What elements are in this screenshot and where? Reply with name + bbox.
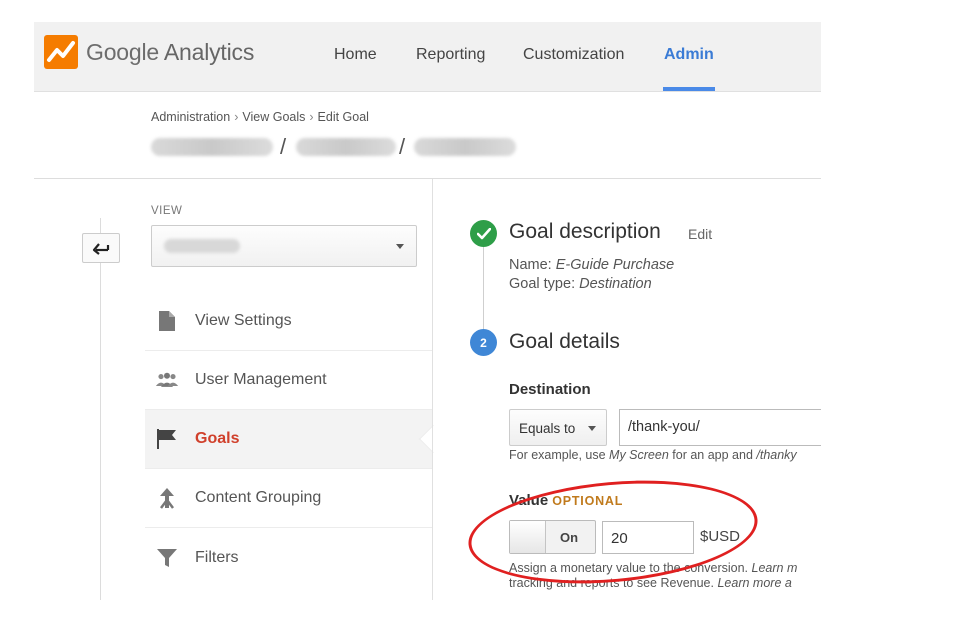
analytics-logo-icon <box>44 35 78 69</box>
menu-item-goals[interactable]: Goals <box>145 410 448 469</box>
menu-item-view-settings[interactable]: View Settings <box>145 292 432 351</box>
menu-item-user-management[interactable]: User Management <box>145 351 432 410</box>
header-divider <box>34 178 821 179</box>
logo-word-google: Google <box>86 38 159 65</box>
step-complete-icon <box>470 220 497 247</box>
step-connector <box>483 246 484 332</box>
flag-icon <box>155 427 179 451</box>
help-text-part: For example, use <box>509 448 610 462</box>
breadcrumb-edit-goal: Edit Goal <box>317 110 369 124</box>
goal-name-line: Name: E-Guide Purchase <box>509 257 674 273</box>
panel-divider <box>432 179 433 600</box>
goal-type-prefix: Goal type: <box>509 276 580 292</box>
menu-item-content-grouping[interactable]: Content Grouping <box>145 469 432 528</box>
nav-home[interactable]: Home <box>334 46 377 64</box>
top-bar: Google Analytics Home Reporting Customiz… <box>34 22 821 92</box>
path-separator: / <box>399 134 406 159</box>
menu-label: View Settings <box>195 312 292 329</box>
view-selector[interactable] <box>151 225 417 267</box>
admin-menu: View Settings User Management Goals Cont… <box>145 292 448 587</box>
destination-label: Destination <box>509 381 591 398</box>
learn-more-link[interactable]: Learn more a <box>717 576 791 590</box>
google-analytics-logo[interactable]: Google Analytics <box>44 35 254 69</box>
menu-item-filters[interactable]: Filters <box>145 528 432 587</box>
menu-label: User Management <box>195 371 327 388</box>
grouping-icon <box>155 486 179 510</box>
back-arrow-icon <box>92 243 110 255</box>
goal-name-prefix: Name: <box>509 257 556 273</box>
help-text-part: for an app and <box>668 448 757 462</box>
nav-customization[interactable]: Customization <box>523 46 624 64</box>
learn-more-link[interactable]: Learn m <box>752 561 798 575</box>
goal-type-value: Destination <box>579 276 652 292</box>
edit-goal-description-link[interactable]: Edit <box>688 226 712 242</box>
destination-help-text: For example, use My Screen for an app an… <box>509 448 797 462</box>
menu-label: Goals <box>195 430 240 447</box>
menu-label: Filters <box>195 548 239 566</box>
logo-text: Google Analytics <box>86 39 254 66</box>
chevron-down-icon <box>588 426 596 431</box>
breadcrumb-separator: › <box>234 110 239 124</box>
goal-name-value: E-Guide Purchase <box>555 257 675 273</box>
view-name-redacted <box>164 239 240 253</box>
account-name-redacted <box>151 138 273 156</box>
chevron-down-icon <box>396 244 404 249</box>
destination-input[interactable]: /thank-you/ <box>619 409 821 446</box>
users-icon <box>155 368 179 392</box>
destination-input-value: /thank-you/ <box>628 419 700 435</box>
match-type-value: Equals to <box>519 421 576 436</box>
view-label: VIEW <box>151 205 183 217</box>
logo-word-analytics: Analytics <box>163 38 255 65</box>
document-icon <box>155 309 179 333</box>
goal-description-heading: Goal description <box>509 220 661 243</box>
help-text-example: My Screen <box>609 448 669 462</box>
step-number-badge: 2 <box>470 329 497 356</box>
goal-details-heading: Goal details <box>509 330 620 353</box>
match-type-select[interactable]: Equals to <box>509 409 607 446</box>
breadcrumb: Administration › View Goals › Edit Goal <box>151 110 369 124</box>
active-tab-indicator <box>663 87 715 91</box>
analytics-window: Google Analytics Home Reporting Customiz… <box>34 22 821 600</box>
help-text-example: /thanky <box>756 448 797 462</box>
menu-label: Content Grouping <box>195 489 322 506</box>
collapse-sidebar-button[interactable] <box>82 233 120 263</box>
active-pointer <box>418 424 448 454</box>
collapse-rail <box>100 218 101 600</box>
filter-icon <box>155 546 179 570</box>
goal-type-line: Goal type: Destination <box>509 276 652 292</box>
nav-admin[interactable]: Admin <box>664 46 714 64</box>
breadcrumb-separator: › <box>309 110 314 124</box>
view-name-redacted <box>414 138 516 156</box>
breadcrumb-administration[interactable]: Administration <box>151 110 230 124</box>
property-name-redacted <box>296 138 396 156</box>
breadcrumb-view-goals[interactable]: View Goals <box>242 110 305 124</box>
nav-reporting[interactable]: Reporting <box>416 46 485 64</box>
path-separator: / <box>280 134 287 159</box>
